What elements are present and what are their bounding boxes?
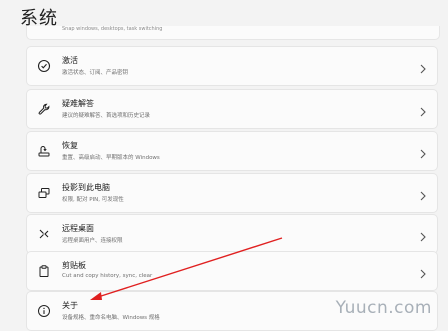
chevron-right-icon bbox=[419, 103, 427, 117]
item-title: 疑难解答 bbox=[62, 99, 94, 108]
chevron-right-icon bbox=[419, 187, 427, 201]
item-title: 激活 bbox=[62, 56, 78, 65]
settings-item-remote-desktop[interactable]: 远程桌面 远程桌面用户、连接权限 bbox=[26, 214, 438, 254]
chevron-right-icon bbox=[419, 228, 427, 242]
recovery-icon bbox=[37, 144, 51, 158]
card-description: Snap windows, desktops, task switching bbox=[62, 26, 163, 32]
item-description: 建议的疑难解答、首选项和历史记录 bbox=[62, 113, 151, 119]
item-title: 投影到此电脑 bbox=[62, 183, 110, 192]
item-description: 权限, 配对 PIN, 可发现性 bbox=[62, 197, 124, 203]
item-description: 设备规格、重命名电脑、Windows 规格 bbox=[62, 315, 160, 321]
item-description: 远程桌面用户、连接权限 bbox=[62, 238, 123, 244]
watermark: Yuucn.com bbox=[335, 298, 432, 318]
info-icon bbox=[37, 304, 51, 318]
item-title: 关于 bbox=[62, 301, 78, 310]
item-description: 重置、高级启动、早期版本的 Windows bbox=[62, 155, 160, 161]
settings-item-clipboard[interactable]: 剪贴板 Cut and copy history, sync, clear bbox=[26, 251, 438, 291]
clipboard-icon bbox=[37, 264, 51, 278]
settings-item-activation[interactable]: 激活 激活状态、订阅、产品密钥 bbox=[26, 46, 438, 86]
item-title: 剪贴板 bbox=[62, 261, 86, 270]
item-title: 远程桌面 bbox=[62, 224, 94, 233]
settings-item-troubleshoot[interactable]: 疑难解答 建议的疑难解答、首选项和历史记录 bbox=[26, 89, 438, 129]
settings-item-project-to-pc[interactable]: 投影到此电脑 权限, 配对 PIN, 可发现性 bbox=[26, 173, 438, 213]
remote-desktop-icon bbox=[37, 227, 51, 241]
chevron-right-icon bbox=[419, 265, 427, 279]
chevron-right-icon bbox=[419, 60, 427, 74]
item-title: 恢复 bbox=[62, 141, 78, 150]
check-circle-icon bbox=[37, 59, 51, 73]
item-description: Cut and copy history, sync, clear bbox=[62, 273, 153, 279]
wrench-icon bbox=[37, 102, 51, 116]
multitasking-card-partial[interactable]: Snap windows, desktops, task switching bbox=[26, 26, 440, 40]
chevron-right-icon bbox=[419, 145, 427, 159]
item-description: 激活状态、订阅、产品密钥 bbox=[62, 70, 129, 76]
project-icon bbox=[37, 186, 51, 200]
settings-item-recovery[interactable]: 恢复 重置、高级启动、早期版本的 Windows bbox=[26, 131, 438, 171]
